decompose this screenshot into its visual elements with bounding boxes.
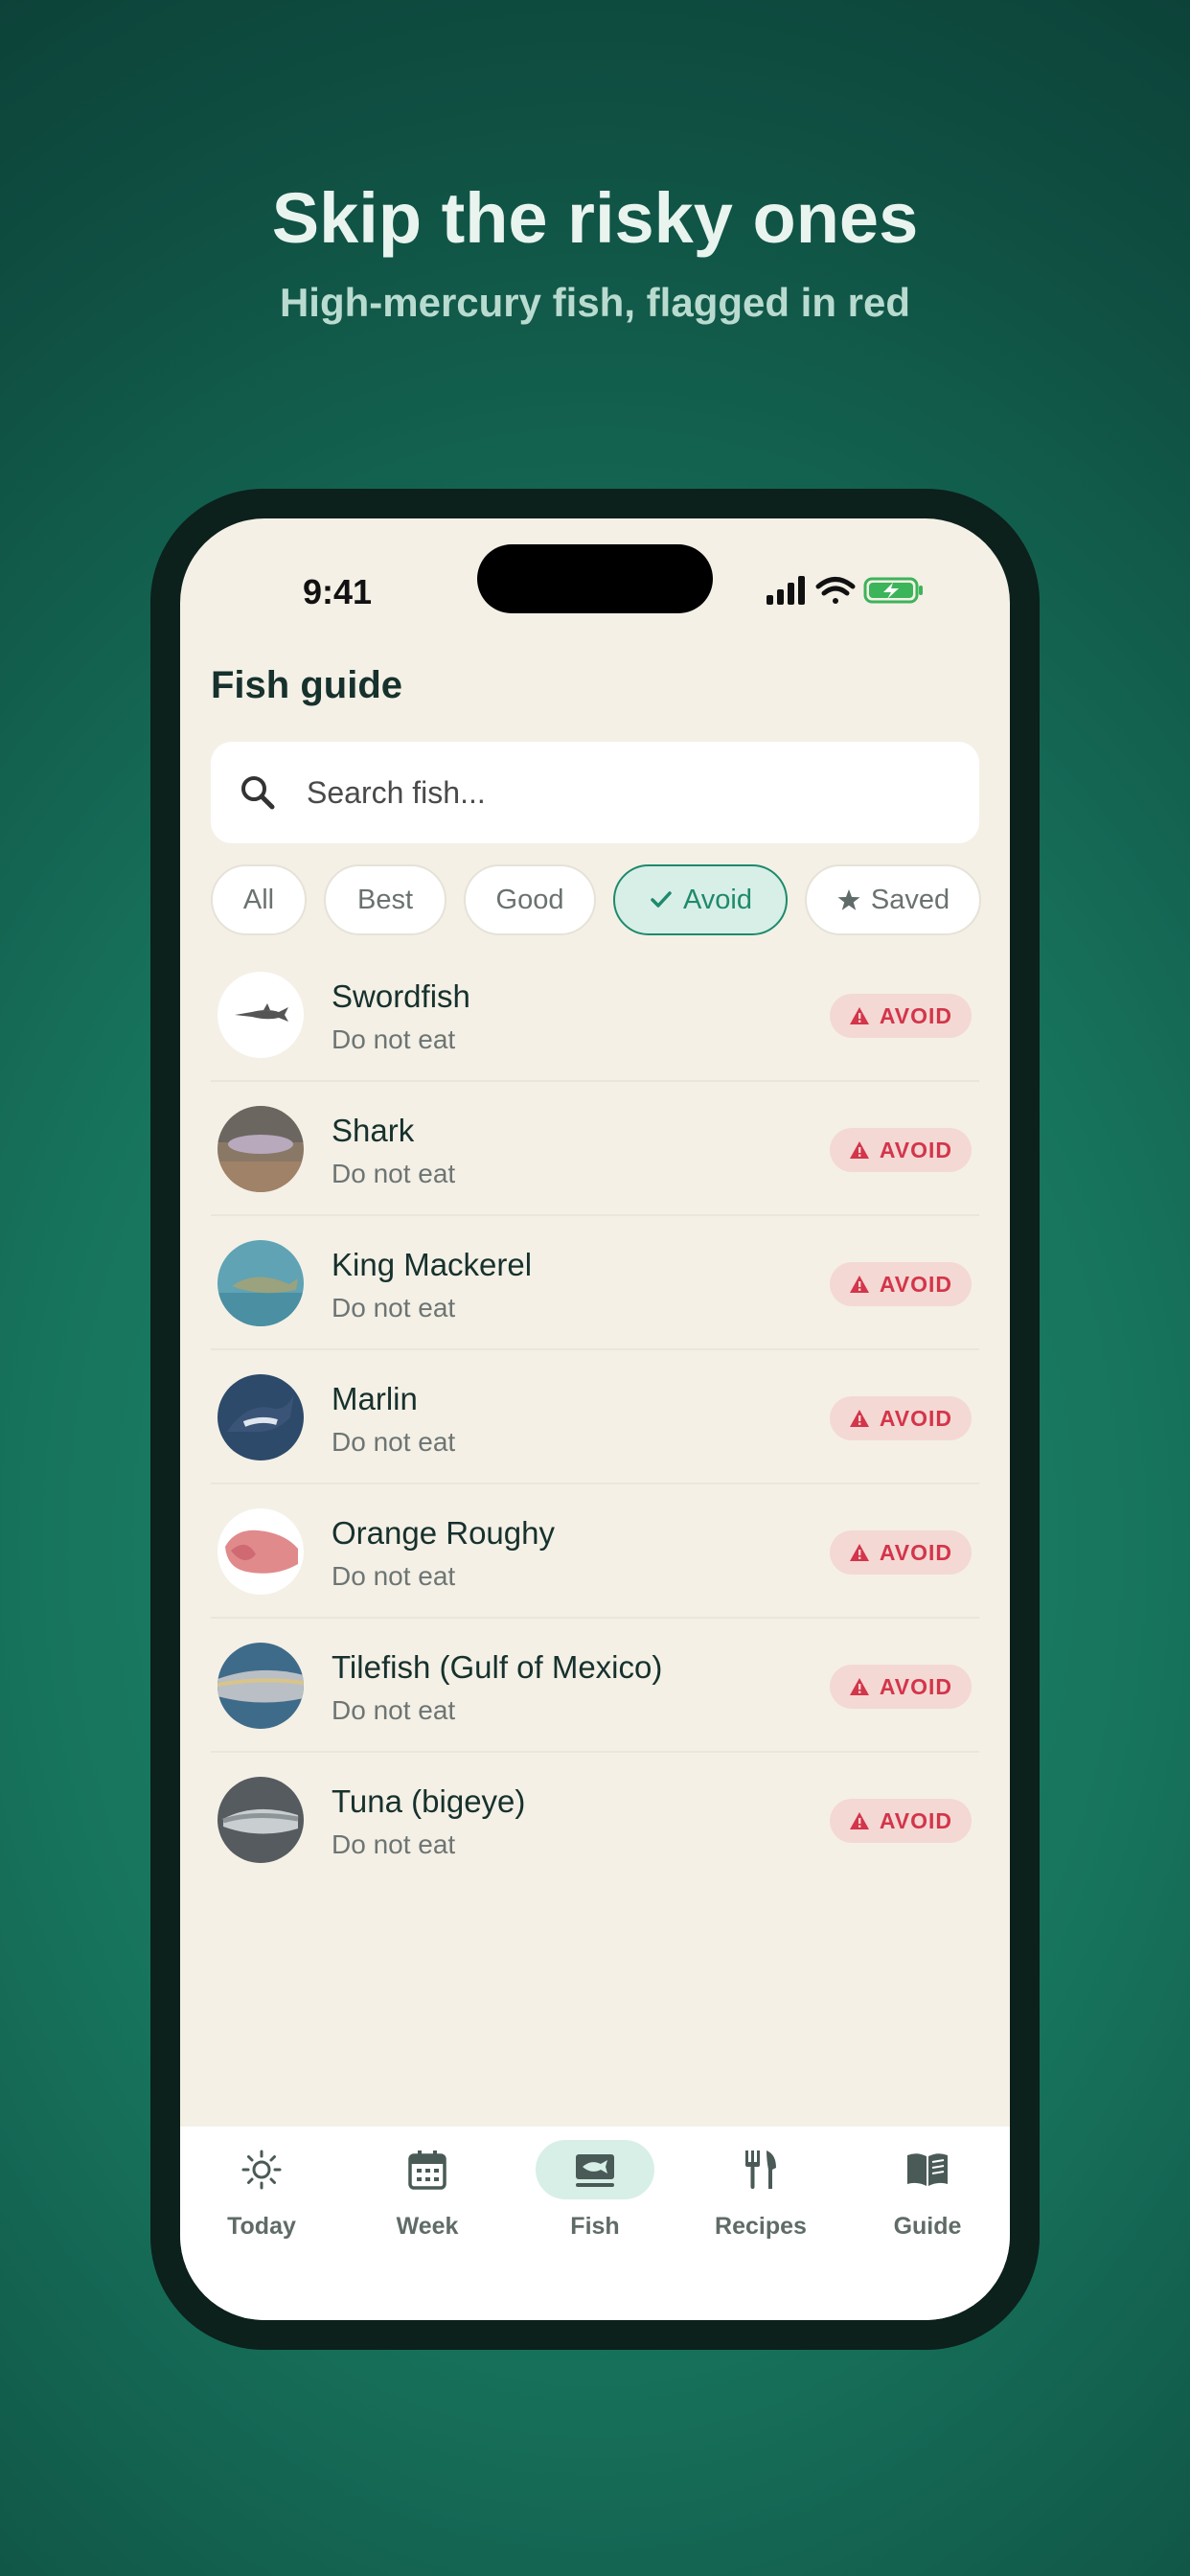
search-icon — [241, 776, 275, 810]
fish-list: Swordfish Do not eat AVOID Shark Do not … — [211, 948, 979, 1887]
star-icon — [837, 889, 860, 910]
badge-label: AVOID — [879, 1271, 952, 1297]
fish-status: Do not eat — [332, 1561, 456, 1591]
fish-row[interactable]: Orange Roughy Do not eat AVOID — [211, 1484, 979, 1619]
fish-row[interactable]: Tuna (bigeye) Do not eat AVOID — [211, 1753, 979, 1887]
filter-chip-label: Good — [495, 884, 564, 915]
shark-photo — [217, 1106, 304, 1192]
app-screen: 9:41 Fish guide Search fish... All Best … — [180, 518, 1010, 2320]
tab-label: Fish — [570, 2213, 620, 2240]
avoid-badge: AVOID — [829, 1262, 972, 1306]
badge-label: AVOID — [879, 1539, 952, 1565]
warning-icon — [849, 1276, 869, 1293]
badge-label: AVOID — [879, 1405, 952, 1431]
status-icons — [767, 576, 923, 605]
fish-name: Swordfish — [332, 978, 470, 1014]
fish-row[interactable]: Swordfish Do not eat AVOID — [211, 948, 979, 1082]
badge-label: AVOID — [879, 1002, 952, 1028]
marlin-photo — [217, 1374, 304, 1460]
promo-subhead: High-mercury fish, flagged in red — [279, 280, 911, 325]
check-icon — [651, 891, 672, 908]
tab-label: Recipes — [715, 2213, 807, 2240]
fish-status: Do not eat — [332, 1159, 456, 1188]
badge-label: AVOID — [879, 1673, 952, 1699]
fish-row[interactable]: Shark Do not eat AVOID — [211, 1082, 979, 1216]
search-bar[interactable] — [211, 742, 979, 843]
fish-status: Do not eat — [332, 1695, 456, 1725]
swordfish-photo — [217, 972, 304, 1058]
filter-chips: All Best Good Avoid Saved — [211, 864, 987, 935]
fish-name: Orange Roughy — [332, 1515, 555, 1551]
fish-status: Do not eat — [332, 1427, 456, 1457]
tab-label: Week — [396, 2213, 459, 2240]
battery-icon — [863, 577, 923, 604]
book-icon — [907, 2153, 948, 2186]
avoid-badge: AVOID — [829, 1396, 972, 1440]
wifi-icon — [815, 577, 856, 604]
badge-label: AVOID — [879, 1137, 952, 1162]
phone-frame: 9:41 Fish guide Search fish... All Best … — [150, 489, 1040, 2350]
status-time: 9:41 — [303, 572, 373, 611]
filter-chip-label: Best — [356, 884, 414, 915]
tab-fish[interactable]: Fish — [523, 2140, 667, 2255]
tuna-photo — [217, 1777, 304, 1863]
filter-chip-all[interactable]: All — [211, 864, 307, 935]
promo-headline: Skip the risky ones — [271, 178, 919, 258]
avoid-badge: AVOID — [829, 1530, 972, 1575]
tab-recipes[interactable]: Recipes — [689, 2140, 833, 2255]
filter-chip-label: Avoid — [682, 884, 753, 915]
fish-row[interactable]: Marlin Do not eat AVOID — [211, 1350, 979, 1484]
badge-label: AVOID — [879, 1807, 952, 1833]
warning-icon — [849, 1410, 869, 1427]
fish-name: Tilefish (Gulf of Mexico) — [332, 1649, 663, 1685]
fish-name: Marlin — [332, 1381, 418, 1416]
tab-label: Guide — [893, 2213, 962, 2240]
fish-status: Do not eat — [332, 1829, 456, 1859]
filter-chip-label: All — [242, 884, 275, 915]
fish-name: Tuna (bigeye) — [332, 1783, 526, 1819]
fish-icon — [576, 2154, 614, 2187]
warning-icon — [849, 1544, 869, 1561]
fish-row[interactable]: King Mackerel Do not eat AVOID — [211, 1216, 979, 1350]
tab-label: Today — [227, 2213, 296, 2240]
dynamic-island — [477, 544, 713, 613]
fish-status: Do not eat — [332, 1293, 456, 1322]
fish-name: Shark — [332, 1113, 415, 1148]
orange-roughy-photo — [217, 1508, 304, 1595]
filter-chip-label: Saved — [870, 884, 950, 915]
tab-guide[interactable]: Guide — [856, 2140, 999, 2255]
warning-icon — [849, 1678, 869, 1695]
calendar-icon — [408, 2150, 446, 2190]
warning-icon — [849, 1141, 869, 1159]
warning-icon — [849, 1007, 869, 1024]
filter-chip-best[interactable]: Best — [324, 864, 446, 935]
tab-bar: Today Week Fish Recipes Guide — [180, 2127, 1010, 2320]
avoid-badge: AVOID — [829, 1799, 972, 1843]
fish-row[interactable]: Tilefish (Gulf of Mexico) Do not eat AVO… — [211, 1619, 979, 1753]
page-title: Fish guide — [211, 664, 402, 706]
avoid-badge: AVOID — [829, 994, 972, 1038]
warning-icon — [849, 1812, 869, 1829]
filter-chip-good[interactable]: Good — [464, 864, 596, 935]
filter-chip-saved[interactable]: Saved — [805, 864, 981, 935]
fish-name: King Mackerel — [332, 1247, 533, 1282]
avoid-badge: AVOID — [829, 1128, 972, 1172]
utensils-icon — [745, 2150, 776, 2189]
avoid-badge: AVOID — [829, 1665, 972, 1709]
tab-today[interactable]: Today — [190, 2140, 333, 2255]
tilefish-photo — [217, 1643, 304, 1729]
signal-icon — [767, 576, 805, 605]
tab-week[interactable]: Week — [355, 2140, 499, 2255]
sun-icon — [241, 2150, 282, 2190]
fish-status: Do not eat — [332, 1024, 456, 1054]
king-mackerel-photo — [217, 1240, 304, 1326]
filter-chip-avoid[interactable]: Avoid — [613, 864, 788, 935]
search-input[interactable] — [307, 774, 881, 811]
